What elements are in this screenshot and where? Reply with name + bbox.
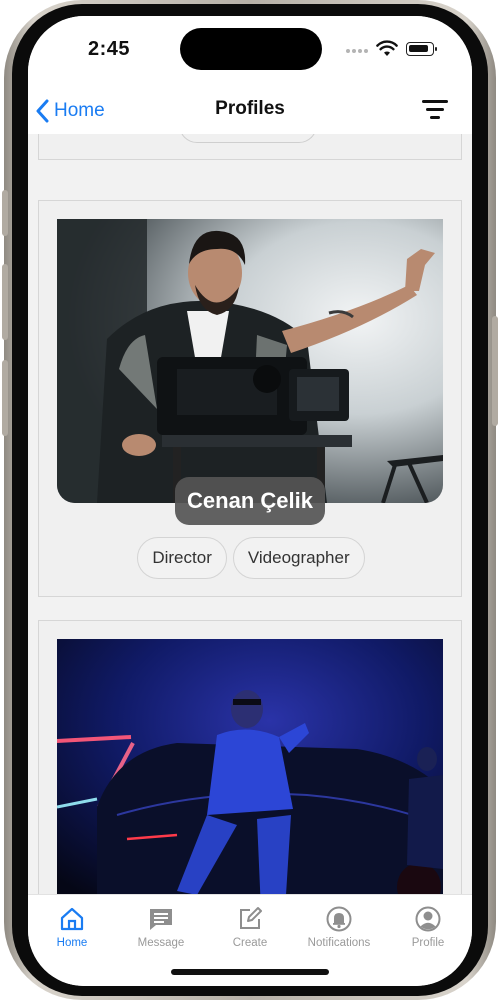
- bell-icon: [326, 906, 352, 932]
- tab-home[interactable]: Home: [28, 903, 116, 949]
- wifi-icon: [376, 40, 398, 56]
- tab-create-label: Create: [232, 937, 268, 949]
- tab-bar: Home Message Create Notifications Profil…: [28, 894, 472, 986]
- message-icon: [150, 909, 172, 930]
- profile-tags: Director Videographer: [39, 537, 463, 579]
- profile-card-previous[interactable]: [38, 134, 462, 160]
- tab-create[interactable]: Create: [206, 903, 294, 949]
- tab-home-label: Home: [56, 937, 88, 949]
- tag-chip-partial: [179, 134, 317, 143]
- home-icon: [60, 907, 84, 931]
- profile-name-badge: Cenan Çelik: [175, 477, 325, 525]
- home-indicator: [171, 969, 329, 975]
- filter-button[interactable]: [422, 98, 450, 124]
- tag-chip-videographer[interactable]: Videographer: [232, 537, 365, 579]
- navigation-bar: Home Profiles: [28, 88, 472, 134]
- tab-notifications[interactable]: Notifications: [295, 903, 383, 949]
- filter-icon: [422, 100, 448, 103]
- tab-message-label: Message: [137, 937, 185, 949]
- dynamic-island: [180, 28, 322, 70]
- tag-chip-director[interactable]: Director: [137, 537, 227, 579]
- screen: 2:45 Home Profiles Cenan Çelik Director …: [28, 16, 472, 986]
- profile-icon: [415, 906, 441, 932]
- profiles-list[interactable]: Cenan Çelik Director Videographer: [28, 134, 472, 912]
- create-icon: [240, 907, 262, 929]
- tab-profile[interactable]: Profile: [384, 903, 472, 949]
- status-bar: 2:45: [28, 16, 472, 88]
- power-button: [492, 316, 498, 426]
- battery-icon: [406, 42, 437, 56]
- profile-card[interactable]: Cenan Çelik Director Videographer: [38, 200, 462, 597]
- volume-down-button: [2, 360, 8, 436]
- status-time: 2:45: [88, 38, 131, 60]
- volume-up-button: [2, 264, 8, 340]
- tab-notifications-label: Notifications: [307, 937, 371, 949]
- tab-message[interactable]: Message: [117, 903, 205, 949]
- profile-card[interactable]: [38, 620, 462, 912]
- cellular-signal-icon: [346, 49, 368, 53]
- tab-profile-label: Profile: [411, 937, 445, 949]
- profile-photo: [57, 219, 443, 503]
- page-title: Profiles: [215, 98, 285, 119]
- action-button: [2, 190, 8, 236]
- profile-photo: [57, 639, 443, 911]
